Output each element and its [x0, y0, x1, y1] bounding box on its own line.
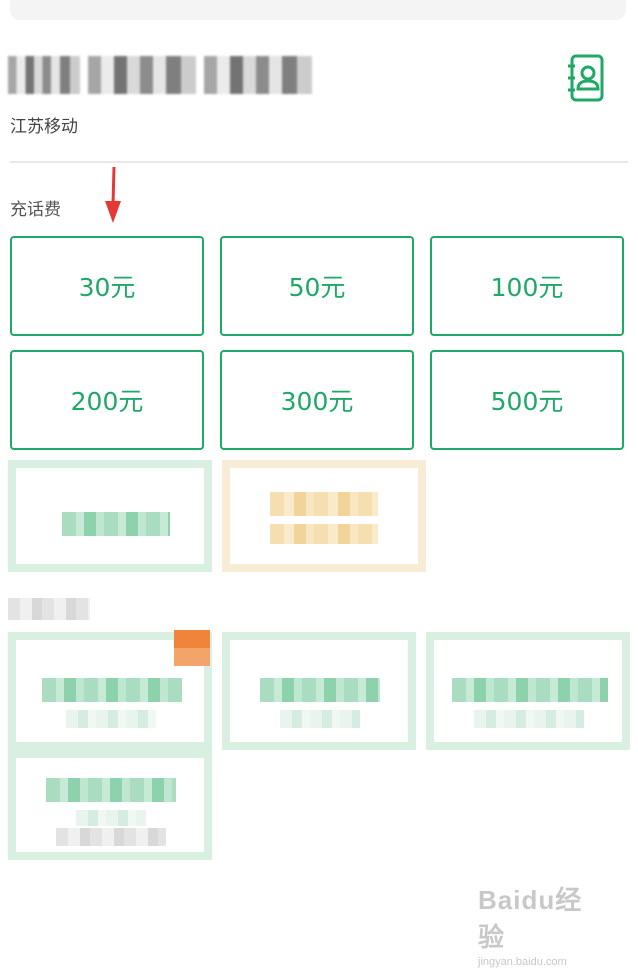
amount-option-100[interactable]: 100元 — [430, 236, 624, 336]
section-title-recharge: 充话费 — [10, 200, 61, 220]
redacted-text — [270, 492, 378, 516]
baidu-jingyan-watermark: Baidu经验 jingyan.baidu.com — [478, 880, 608, 968]
redacted-text — [66, 710, 156, 728]
phone-number-redacted[interactable] — [8, 55, 320, 95]
redacted-text — [42, 678, 182, 702]
redacted-block — [204, 56, 312, 94]
redacted-block — [8, 56, 80, 94]
search-bar[interactable] — [10, 0, 626, 20]
watermark-logo: Baidu经验 — [478, 885, 583, 952]
amount-option-200[interactable]: 200元 — [10, 350, 204, 450]
redacted-text — [474, 710, 584, 728]
redacted-text — [270, 524, 378, 544]
watermark-url: jingyan.baidu.com — [478, 956, 567, 968]
amount-option-300[interactable]: 300元 — [220, 350, 414, 450]
redacted-text — [452, 678, 608, 702]
redacted-text — [56, 828, 166, 846]
redacted-option[interactable] — [426, 632, 630, 750]
redacted-section-title — [8, 598, 90, 620]
divider — [10, 161, 628, 163]
redacted-badge — [174, 630, 210, 666]
redacted-option[interactable] — [222, 632, 416, 750]
redacted-option[interactable] — [8, 460, 212, 572]
amount-option-500[interactable]: 500元 — [430, 350, 624, 450]
red-arrow-annotation — [105, 166, 121, 223]
carrier-label: 江苏移动 — [10, 117, 78, 137]
amount-option-50[interactable]: 50元 — [220, 236, 414, 336]
redacted-option[interactable] — [8, 750, 212, 860]
redacted-text — [260, 678, 380, 702]
contacts-book-icon[interactable] — [566, 54, 606, 102]
redacted-text — [280, 710, 360, 728]
redacted-block — [88, 56, 196, 94]
redacted-option[interactable] — [222, 460, 426, 572]
redacted-text — [76, 810, 146, 826]
redacted-text — [46, 778, 176, 802]
amount-option-30[interactable]: 30元 — [10, 236, 204, 336]
redacted-text — [62, 512, 170, 536]
